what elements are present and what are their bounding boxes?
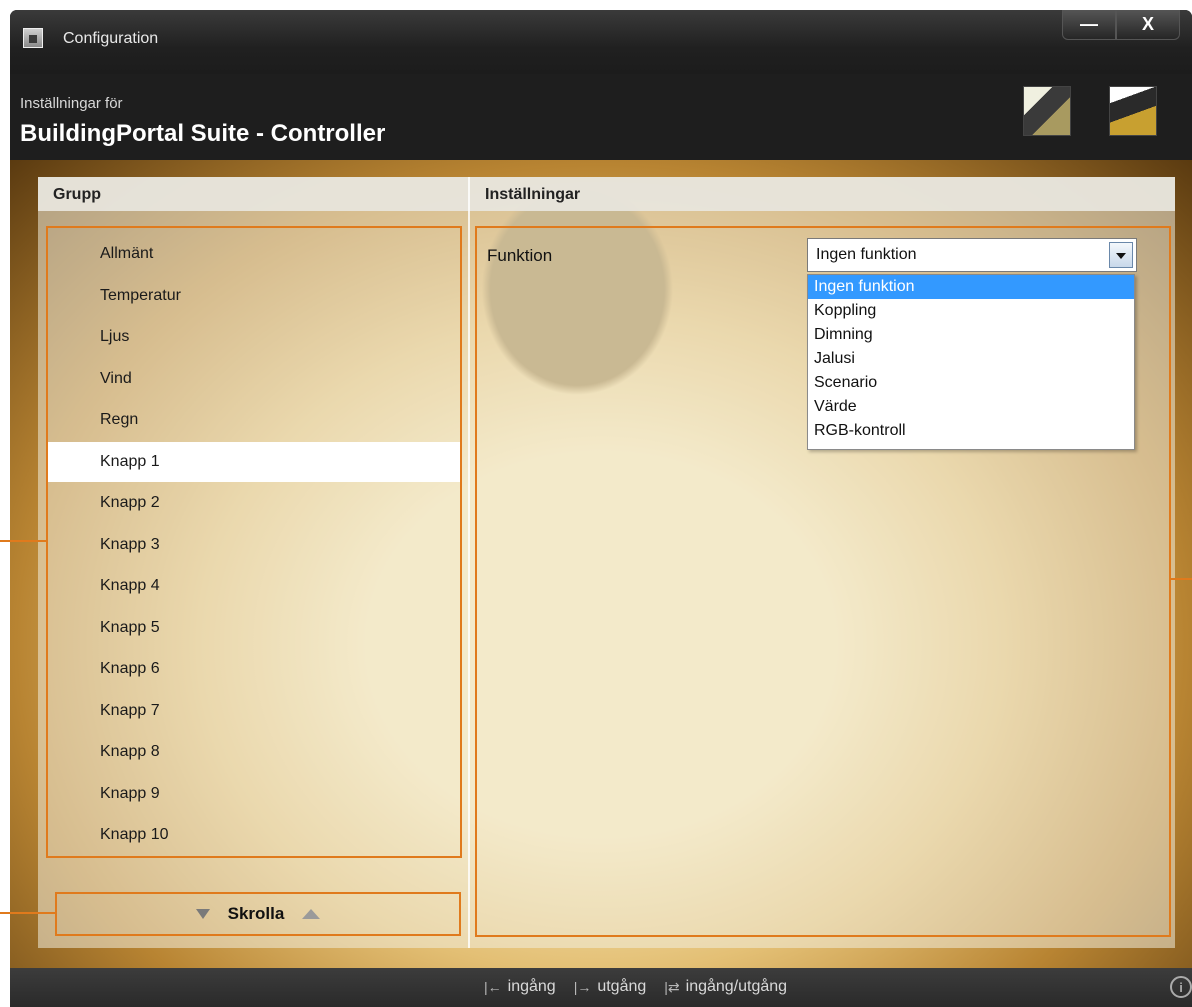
io-legend: |← ingång |→ utgång |⇄ ingång/utgång bbox=[484, 978, 787, 996]
callout-line-settings bbox=[1171, 578, 1192, 580]
close-button[interactable]: X bbox=[1116, 10, 1180, 40]
group-item[interactable]: Knapp 4 bbox=[48, 566, 460, 606]
callout-line-group bbox=[0, 540, 46, 542]
settings-column-title: Inställningar bbox=[485, 186, 581, 203]
column-divider bbox=[468, 177, 470, 948]
scroll-down-icon[interactable] bbox=[195, 909, 210, 919]
group-list: Allmänt Temperatur Ljus Vind Regn Knapp 1 Knap… bbox=[46, 226, 462, 858]
minimize-button[interactable]: — bbox=[1062, 10, 1116, 40]
legend-input-output-label: ingång/utgång bbox=[685, 978, 788, 995]
function-dropdown: Ingen funktion Koppling Dimning Jalusi Scena… bbox=[807, 274, 1135, 450]
group-item[interactable]: Knapp 1 bbox=[48, 441, 460, 482]
dropdown-option[interactable]: Jalusi bbox=[808, 347, 1134, 371]
group-column-title: Grupp bbox=[53, 186, 101, 203]
dropdown-option[interactable]: RGB-kontroll bbox=[808, 419, 1134, 443]
group-item[interactable]: Knapp 3 bbox=[48, 525, 460, 565]
legend-input-label: ingång bbox=[507, 978, 556, 995]
title-bar: Configuration — X bbox=[10, 10, 1192, 74]
device-thumbnail-icon[interactable] bbox=[1023, 86, 1071, 136]
header-subtitle: Inställningar för bbox=[20, 95, 123, 112]
group-item[interactable]: Vind bbox=[48, 359, 460, 399]
group-item[interactable]: Knapp 6 bbox=[48, 649, 460, 689]
group-item[interactable]: Knapp 8 bbox=[48, 732, 460, 772]
legend-output: |→ utgång bbox=[574, 978, 647, 996]
group-item[interactable]: Knapp 5 bbox=[48, 608, 460, 648]
window-title: Configuration bbox=[63, 30, 159, 47]
page-title: BuildingPortal Suite - Controller bbox=[20, 120, 386, 147]
dropdown-option[interactable]: Koppling bbox=[808, 299, 1134, 323]
callout-line-scroll bbox=[0, 912, 55, 914]
window-controls: — X bbox=[1062, 10, 1180, 40]
group-item[interactable]: Ljus bbox=[48, 317, 460, 357]
group-item[interactable]: Regn bbox=[48, 400, 460, 440]
dropdown-option[interactable]: Ingen funktion bbox=[808, 275, 1134, 299]
group-item[interactable]: Knapp 2 bbox=[48, 483, 460, 523]
dropdown-option[interactable]: Värde bbox=[808, 395, 1134, 419]
chevron-down-icon[interactable] bbox=[1109, 242, 1133, 268]
settings-form: Funktion Ingen funktion Ingen funktion Ko… bbox=[475, 226, 1171, 937]
group-item[interactable]: Knapp 7 bbox=[48, 691, 460, 731]
legend-input-output: |⇄ ingång/utgång bbox=[664, 978, 787, 996]
panel-header: Grupp Inställningar bbox=[38, 177, 1175, 211]
footer-bar: |← ingång |→ utgång |⇄ ingång/utgång i bbox=[10, 968, 1192, 1007]
group-item[interactable]: Allmänt bbox=[48, 234, 460, 274]
scroll-control: Skrolla bbox=[55, 892, 461, 936]
app-header: Inställningar för BuildingPortal Suite -… bbox=[10, 74, 1192, 160]
controller-thumbnail-icon[interactable] bbox=[1109, 86, 1157, 136]
app-icon bbox=[23, 28, 43, 48]
function-select-value: Ingen funktion bbox=[816, 246, 917, 263]
scroll-label: Skrolla bbox=[227, 904, 285, 923]
group-item[interactable]: Temperatur bbox=[48, 276, 460, 316]
legend-input: |← ingång bbox=[484, 978, 556, 996]
legend-output-label: utgång bbox=[597, 978, 647, 995]
group-item[interactable]: Knapp 9 bbox=[48, 774, 460, 814]
group-item[interactable]: Knapp 10 bbox=[48, 815, 460, 855]
dropdown-option[interactable]: Dimning bbox=[808, 323, 1134, 347]
output-arrow-icon: |→ bbox=[573, 979, 592, 995]
function-select[interactable]: Ingen funktion bbox=[807, 238, 1137, 272]
info-icon[interactable]: i bbox=[1170, 976, 1192, 998]
dropdown-option[interactable]: Scenario bbox=[808, 371, 1134, 395]
input-arrow-icon: |← bbox=[484, 979, 502, 995]
scroll-up-icon[interactable] bbox=[302, 909, 321, 919]
input-output-arrow-icon: |⇄ bbox=[664, 978, 680, 995]
function-label: Funktion bbox=[487, 246, 553, 265]
